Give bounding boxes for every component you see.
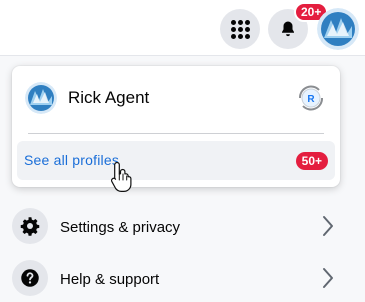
gear-icon bbox=[20, 217, 40, 236]
question-icon bbox=[21, 269, 39, 287]
top-bar: 20+ bbox=[0, 0, 365, 56]
account-avatar[interactable] bbox=[317, 8, 359, 50]
help-support-item[interactable]: Help & support bbox=[0, 254, 365, 302]
switch-profile-icon[interactable]: R bbox=[294, 81, 328, 115]
profile-name: Rick Agent bbox=[68, 88, 150, 107]
profiles-card: Rick Agent R See all profiles 50+ bbox=[12, 66, 340, 187]
help-support-label: Help & support bbox=[60, 271, 160, 288]
bell-icon bbox=[282, 21, 294, 37]
see-all-profiles-button[interactable]: See all profiles 50+ bbox=[17, 141, 335, 180]
settings-privacy-item[interactable]: Settings & privacy bbox=[0, 202, 365, 254]
menu-button[interactable] bbox=[220, 9, 260, 49]
settings-icon-circle bbox=[12, 208, 48, 244]
hand-pointer-cursor bbox=[110, 161, 132, 192]
profile-avatar bbox=[25, 82, 57, 114]
chevron-right-icon bbox=[323, 268, 333, 288]
help-icon-circle bbox=[12, 260, 48, 296]
see-all-profiles-label: See all profiles bbox=[24, 152, 120, 168]
settings-privacy-label: Settings & privacy bbox=[60, 219, 181, 236]
chevron-right-icon bbox=[323, 216, 333, 236]
profiles-count-badge: 50+ bbox=[295, 152, 328, 170]
account-menu-page: 20+ Rick Agent R See all profiles 50+ Se… bbox=[0, 0, 365, 302]
menu-grid-icon bbox=[230, 19, 250, 39]
card-divider bbox=[28, 133, 324, 134]
switch-profile-initial: R bbox=[307, 94, 315, 105]
current-profile-row[interactable]: Rick Agent R bbox=[12, 66, 340, 130]
